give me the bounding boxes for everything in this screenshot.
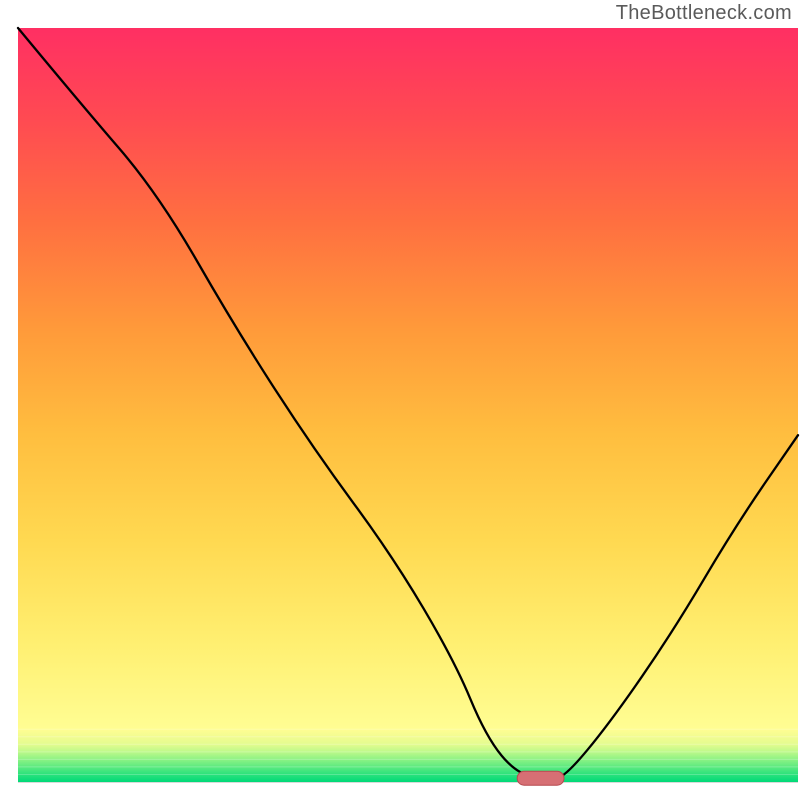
- bottleneck-chart: TheBottleneck.com: [0, 0, 800, 800]
- chart-canvas: [0, 0, 800, 800]
- optimal-marker: [517, 771, 564, 785]
- gradient-background: [18, 28, 798, 782]
